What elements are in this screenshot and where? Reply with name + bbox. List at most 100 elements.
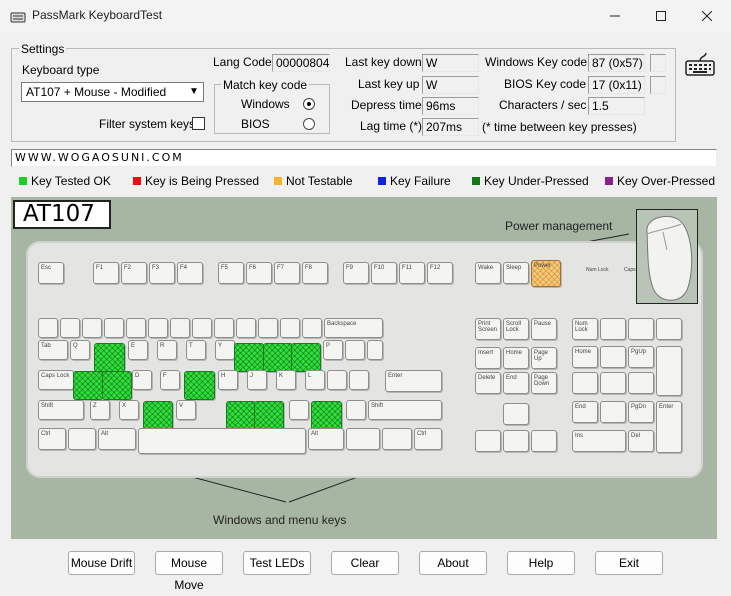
- bios-key-code-extra: [650, 76, 666, 94]
- bios-key-code-label: BIOS Key code: [504, 77, 587, 91]
- key-kp-8: [600, 346, 626, 368]
- key-kp-5: [600, 372, 626, 394]
- windows-key-code-label: Windows Key code: [485, 55, 588, 69]
- windows-menu-keys-label: Windows and menu keys: [213, 513, 347, 527]
- key-5: [148, 318, 168, 338]
- key-left-alt: Alt: [98, 428, 136, 450]
- legend-key-failure: Key Failure: [378, 174, 451, 188]
- legend-over-pressed: Key Over-Pressed: [605, 174, 715, 188]
- key-kp-decimal: Del: [628, 430, 654, 452]
- key-rbracket: [367, 340, 383, 360]
- legend-swatch: [605, 177, 613, 185]
- mouse-drift-button[interactable]: Mouse Drift: [68, 551, 135, 575]
- key-lbracket: [345, 340, 365, 360]
- key-n: [226, 401, 256, 430]
- key-u: [234, 343, 264, 372]
- depress-time-label: Depress time: [351, 98, 422, 112]
- key-power: Power: [531, 260, 561, 287]
- depress-time-field: 96ms: [422, 97, 479, 115]
- bios-radio[interactable]: [303, 118, 315, 130]
- key-backspace: Backspace: [324, 318, 383, 338]
- key-right-alt: Alt: [308, 428, 344, 450]
- key-g: [184, 371, 215, 400]
- key-minus: [280, 318, 300, 338]
- key-c: [143, 401, 173, 430]
- key-caps-lock: Caps Lock: [38, 370, 74, 390]
- keyboard-type-value: AT107 + Mouse - Modified: [26, 85, 167, 99]
- key-e: E: [128, 340, 148, 360]
- key-kp-multiply: [628, 318, 654, 340]
- key-space: [138, 428, 306, 454]
- key-f6: F6: [246, 262, 272, 284]
- key-home: Home: [503, 347, 529, 369]
- key-q: Q: [70, 340, 90, 360]
- keyboard-type-select[interactable]: AT107 + Mouse - Modified ▼: [21, 82, 204, 102]
- settings-legend: Settings: [19, 42, 67, 56]
- key-left-ctrl: Ctrl: [38, 428, 66, 450]
- legend-swatch: [274, 177, 282, 185]
- legend-being-pressed: Key is Being Pressed: [133, 174, 259, 188]
- key-page-up: Page Up: [531, 347, 557, 369]
- key-f2: F2: [121, 262, 147, 284]
- key-num-lock: Num Lock: [572, 318, 598, 340]
- key-print-screen: Print Screen: [475, 318, 501, 340]
- keyboard-app-icon: [10, 12, 26, 23]
- key-page-down: Page Down: [531, 372, 557, 394]
- num-lock-led: Num Lock: [586, 267, 609, 273]
- key-right-win: [346, 428, 380, 450]
- key-k: K: [276, 370, 296, 390]
- key-left-win: [68, 428, 96, 450]
- key-quote: [349, 370, 369, 390]
- key-h: H: [218, 370, 238, 390]
- legend-under-pressed: Key Under-Pressed: [472, 174, 589, 188]
- key-9: [236, 318, 256, 338]
- chevron-down-icon[interactable]: ▼: [187, 85, 201, 99]
- key-kp-4: [572, 372, 598, 394]
- keyboard-image: AT107 Power management Esc F1 F2 F3 F4 F…: [11, 197, 717, 539]
- key-f4: F4: [177, 262, 203, 284]
- last-key-down-field: W: [422, 54, 479, 72]
- key-tab: Tab: [38, 340, 68, 360]
- key-kp-1: End: [572, 401, 598, 423]
- clear-button[interactable]: Clear: [331, 551, 399, 575]
- filter-system-keys-label: Filter system keys: [99, 117, 196, 131]
- key-w: [94, 343, 125, 372]
- key-kp-divide: [600, 318, 626, 340]
- lag-time-label: Lag time (*): [360, 119, 423, 133]
- about-button[interactable]: About: [419, 551, 487, 575]
- key-m: [254, 401, 284, 430]
- legend-tested-ok: Key Tested OK: [19, 174, 111, 188]
- legend-swatch: [378, 177, 386, 185]
- minimize-icon[interactable]: [592, 0, 638, 32]
- key-f12: F12: [427, 262, 453, 284]
- close-icon[interactable]: [684, 0, 730, 32]
- key-f: F: [160, 370, 180, 390]
- chars-per-sec-label: Characters / sec: [499, 98, 587, 112]
- mouse-move-button[interactable]: Mouse Move: [155, 551, 223, 592]
- key-semicolon: [327, 370, 347, 390]
- windows-radio-label: Windows: [241, 97, 290, 111]
- key-6: [170, 318, 190, 338]
- key-kp-2: [600, 401, 626, 423]
- key-slash: [346, 400, 366, 420]
- key-kp-enter: Enter: [656, 401, 682, 453]
- test-leds-button[interactable]: Test LEDs: [243, 551, 311, 575]
- exit-button[interactable]: Exit: [595, 551, 663, 575]
- key-d: D: [132, 370, 152, 390]
- key-kp-7: Home: [572, 346, 598, 368]
- keyboard-icon: [685, 52, 715, 76]
- key-end: End: [503, 372, 529, 394]
- key-arrow-down: [503, 430, 529, 452]
- key-x: X: [119, 400, 139, 420]
- key-8: [214, 318, 234, 338]
- key-comma: [289, 400, 309, 420]
- windows-key-code-field: 87 (0x57): [588, 54, 645, 72]
- filter-system-keys-checkbox[interactable]: [192, 117, 205, 130]
- key-delete: Delete: [475, 372, 501, 394]
- key-scroll-lock: Scroll Lock: [503, 318, 529, 340]
- maximize-icon[interactable]: [638, 0, 684, 32]
- key-o: [291, 343, 321, 372]
- help-button[interactable]: Help: [507, 551, 575, 575]
- windows-radio[interactable]: [303, 98, 315, 110]
- key-enter: Enter: [385, 370, 442, 392]
